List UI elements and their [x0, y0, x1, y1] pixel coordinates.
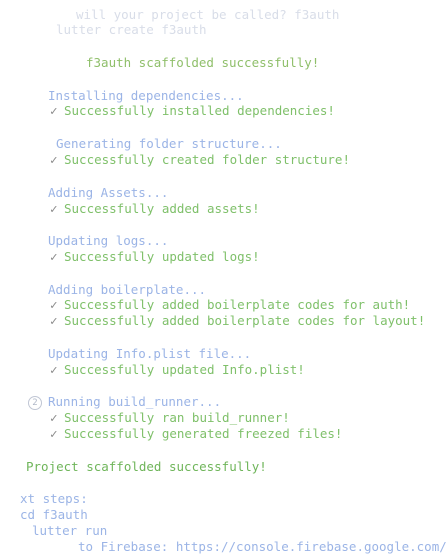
- step-result-folders: ✓ Successfully created folder structure!: [50, 152, 350, 167]
- step-title-boilerplate: Adding boilerplate...: [48, 282, 207, 297]
- prompt-create-command: lutter create f3auth: [56, 22, 207, 37]
- step-result-freezed: ✓ Successfully generated freezed files!: [50, 426, 343, 441]
- step-result-logs: ✓ Successfully updated logs!: [50, 249, 260, 264]
- prompt-project-name: will your project be called? f3auth: [76, 7, 340, 22]
- next-step-run: lutter run: [32, 523, 108, 538]
- check-icon: ✓: [50, 249, 58, 264]
- step-result-boilerplate-auth: ✓ Successfully added boilerplate codes fo…: [50, 297, 411, 312]
- final-message: Project scaffolded successfully!: [26, 459, 267, 474]
- check-icon: ✓: [50, 362, 58, 377]
- step-title-dependencies: Installing dependencies...: [48, 88, 244, 103]
- terminal-output: will your project be called? f3auth lutt…: [0, 0, 447, 558]
- step-title-infoplist: Updating Info.plist file...: [48, 346, 252, 361]
- check-icon: ✓: [50, 201, 58, 216]
- next-step-firebase: to Firebase: https://console.firebase.go…: [78, 539, 447, 554]
- step-result-boilerplate-layout: ✓ Successfully added boilerplate codes fo…: [50, 313, 426, 328]
- check-icon: ✓: [50, 103, 58, 118]
- scaffold-message: f3auth scaffolded successfully!: [86, 55, 320, 70]
- step-result-infoplist: ✓ Successfully updated Info.plist!: [50, 362, 305, 377]
- step-title-logs: Updating logs...: [48, 233, 169, 248]
- check-icon: ✓: [50, 426, 58, 441]
- check-icon: ✓: [50, 152, 58, 167]
- next-step-cd: cd f3auth: [20, 507, 88, 522]
- next-steps-label: xt steps:: [20, 491, 88, 506]
- check-icon: ✓: [50, 410, 58, 425]
- check-icon: ✓: [50, 297, 58, 312]
- step-result-dependencies: ✓ Successfully installed dependencies!: [50, 103, 335, 118]
- step-number-badge: 2: [28, 396, 42, 410]
- step-result-assets: ✓ Successfully added assets!: [50, 201, 260, 216]
- step-title-folders: Generating folder structure...: [56, 136, 282, 151]
- check-icon: ✓: [50, 313, 58, 328]
- step-title-build-runner: 2 Running build_runner...: [28, 394, 221, 410]
- step-result-build-runner: ✓ Successfully ran build_runner!: [50, 410, 290, 425]
- step-title-assets: Adding Assets...: [48, 185, 169, 200]
